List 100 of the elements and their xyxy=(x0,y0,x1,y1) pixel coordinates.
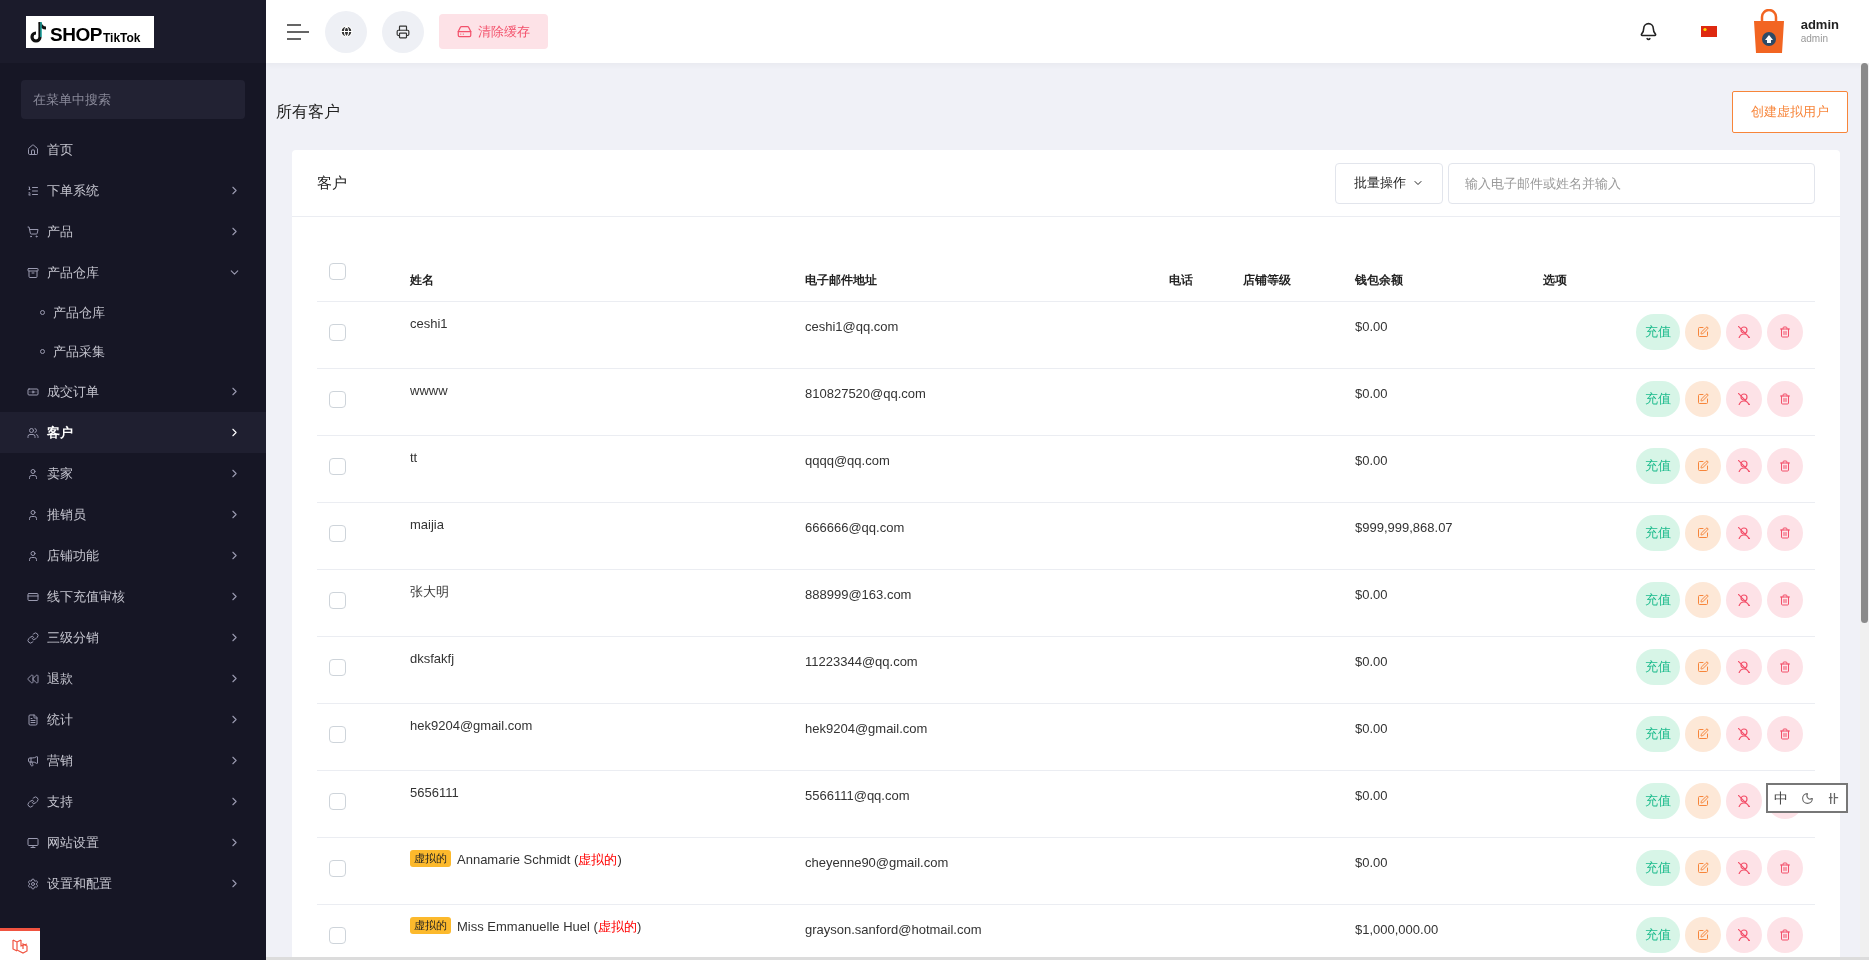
sidebar-item[interactable]: 统计 xyxy=(0,699,266,740)
input-method-menu[interactable]: 中 xyxy=(1766,783,1848,813)
sidebar-item[interactable]: 支持 xyxy=(0,781,266,822)
delete-button[interactable] xyxy=(1767,649,1803,685)
delete-button[interactable] xyxy=(1767,448,1803,484)
checkbox[interactable] xyxy=(329,391,346,408)
punctuation-icon xyxy=(1826,791,1840,805)
edit-button[interactable] xyxy=(1685,917,1721,953)
user-slash-icon xyxy=(1738,862,1750,874)
edit-icon xyxy=(1697,728,1709,740)
sidebar-item[interactable]: 推销员 xyxy=(0,494,266,535)
framework-logo[interactable] xyxy=(0,928,40,960)
sidebar-item[interactable]: 客户 xyxy=(0,412,266,453)
customer-name: dksfakfj xyxy=(410,650,455,668)
edit-button[interactable] xyxy=(1685,448,1721,484)
checkbox[interactable] xyxy=(329,592,346,609)
balance-cell: $0.00 xyxy=(1355,453,1388,468)
delete-button[interactable] xyxy=(1767,314,1803,350)
balance-cell: $0.00 xyxy=(1355,654,1388,669)
sidebar-item[interactable]: 产品仓库 xyxy=(0,252,266,293)
checkbox[interactable] xyxy=(329,927,346,944)
edit-button[interactable] xyxy=(1685,582,1721,618)
column-header: 电子邮件地址 xyxy=(805,272,877,289)
disable-user-button[interactable] xyxy=(1726,850,1762,886)
user-slash-icon xyxy=(1738,929,1750,941)
disable-user-button[interactable] xyxy=(1726,582,1762,618)
customer-name: hek9204@gmail.com xyxy=(410,717,533,735)
delete-button[interactable] xyxy=(1767,716,1803,752)
delete-button[interactable] xyxy=(1767,850,1803,886)
printer-button[interactable] xyxy=(382,10,424,53)
checkbox[interactable] xyxy=(329,860,346,877)
edit-icon xyxy=(1697,795,1709,807)
sidebar-item[interactable]: 营销 xyxy=(0,740,266,781)
trash-icon xyxy=(1779,326,1791,338)
user-slash-icon xyxy=(1738,393,1750,405)
email-cell: 666666@qq.com xyxy=(805,520,905,535)
delete-button[interactable] xyxy=(1767,917,1803,953)
disable-user-button[interactable] xyxy=(1726,314,1762,350)
balance-cell: $0.00 xyxy=(1355,788,1388,803)
email-cell: cheyenne90@gmail.com xyxy=(805,855,949,870)
sidebar-subitem[interactable]: 产品仓库 xyxy=(0,293,266,332)
shopping-bag-icon[interactable] xyxy=(1751,8,1786,55)
sidebar-item[interactable]: 线下充值审核 xyxy=(0,576,266,617)
sidebar-subitem[interactable]: 产品采集 xyxy=(0,332,266,371)
delete-button[interactable] xyxy=(1767,582,1803,618)
edit-button[interactable] xyxy=(1685,314,1721,350)
sidebar-item[interactable]: 退款 xyxy=(0,658,266,699)
flag-icon[interactable] xyxy=(1700,26,1717,37)
checkbox[interactable] xyxy=(329,458,346,475)
logo[interactable]: SHOPTikTok xyxy=(26,15,154,48)
menu-search-field[interactable]: 在菜单中搜索 xyxy=(21,80,245,119)
sidebar-item[interactable]: 首页 xyxy=(0,129,266,170)
edit-button[interactable] xyxy=(1685,515,1721,551)
balance-cell: $1,000,000.00 xyxy=(1355,922,1439,937)
edit-icon xyxy=(1697,929,1709,941)
customer-search-field[interactable]: 输入电子邮件或姓名并输入 xyxy=(1448,162,1815,204)
sidebar-item[interactable]: 网站设置 xyxy=(0,822,266,863)
sidebar-item[interactable]: 三级分销 xyxy=(0,617,266,658)
delete-button[interactable] xyxy=(1767,515,1803,551)
column-header: 钱包余额 xyxy=(1355,272,1403,289)
sidebar-item[interactable]: 成交订单 xyxy=(0,371,266,412)
sidebar-item[interactable]: 卖家 xyxy=(0,453,266,494)
checkbox[interactable] xyxy=(329,263,346,280)
disable-user-button[interactable] xyxy=(1726,783,1762,819)
edit-icon xyxy=(1697,393,1709,405)
sidebar-item[interactable]: 产品 xyxy=(0,211,266,252)
bulk-actions-dropdown[interactable]: 批量操作 xyxy=(1335,162,1443,204)
disable-user-button[interactable] xyxy=(1726,448,1762,484)
checkbox[interactable] xyxy=(329,726,346,743)
globe-button[interactable] xyxy=(325,10,367,53)
edit-button[interactable] xyxy=(1685,716,1721,752)
user-slash-icon xyxy=(1738,728,1750,740)
column-header: 电话 xyxy=(1169,272,1193,289)
sidebar-item[interactable]: 下单系统 xyxy=(0,170,266,211)
edit-button[interactable] xyxy=(1685,850,1721,886)
notification-icon[interactable] xyxy=(1638,22,1658,41)
checkbox[interactable] xyxy=(329,793,346,810)
disable-user-button[interactable] xyxy=(1726,917,1762,953)
balance-cell: $0.00 xyxy=(1355,855,1388,870)
edit-button[interactable] xyxy=(1685,783,1721,819)
edit-icon xyxy=(1697,527,1709,539)
column-header: 姓名 xyxy=(410,272,434,289)
disable-user-button[interactable] xyxy=(1726,515,1762,551)
checkbox[interactable] xyxy=(329,324,346,341)
sidebar-item[interactable]: 店铺功能 xyxy=(0,535,266,576)
email-cell: qqqq@qq.com xyxy=(805,453,890,468)
delete-button[interactable] xyxy=(1767,381,1803,417)
virtual-badge: 虚拟的 xyxy=(410,917,451,934)
scrollbar[interactable] xyxy=(1860,63,1869,957)
disable-user-button[interactable] xyxy=(1726,649,1762,685)
edit-button[interactable] xyxy=(1685,381,1721,417)
sidebar-item[interactable]: 设置和配置 xyxy=(0,863,266,904)
checkbox[interactable] xyxy=(329,659,346,676)
disable-user-button[interactable] xyxy=(1726,716,1762,752)
edit-button[interactable] xyxy=(1685,649,1721,685)
checkbox[interactable] xyxy=(329,525,346,542)
virtual-badge: 虚拟的 xyxy=(410,850,451,867)
user-slash-icon xyxy=(1738,527,1750,539)
disable-user-button[interactable] xyxy=(1726,381,1762,417)
balance-cell: $0.00 xyxy=(1355,721,1388,736)
